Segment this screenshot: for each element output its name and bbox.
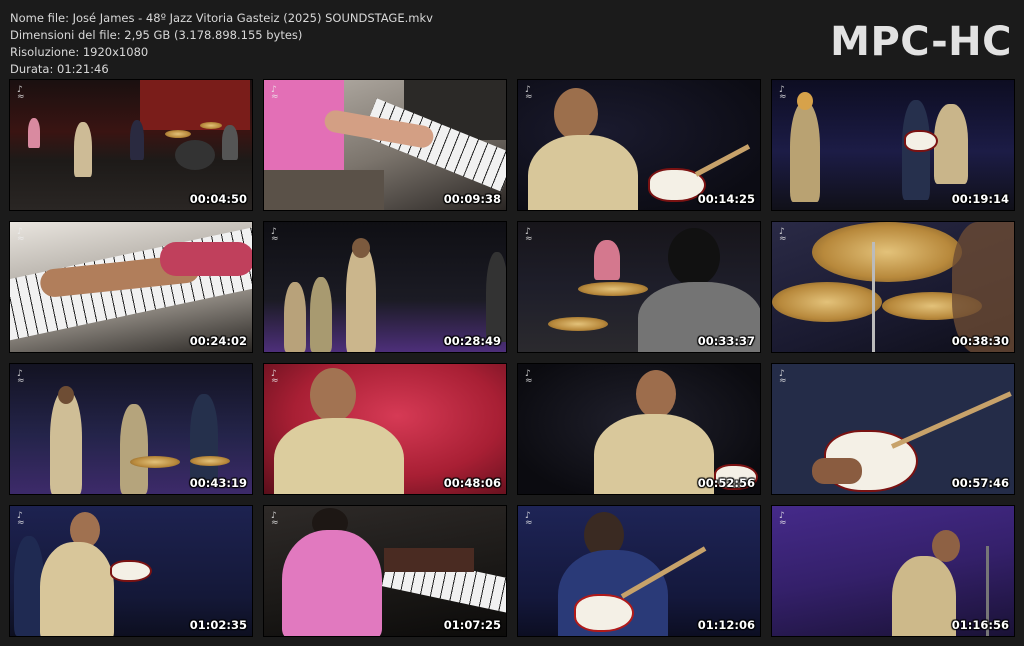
festival-logo-icon: ♪ ≈ — [779, 227, 787, 244]
thumbnail-13[interactable]: ♪ ≈ 01:02:35 — [9, 505, 253, 637]
timestamp: 00:57:46 — [951, 476, 1009, 490]
duration: Durata: 01:21:46 — [10, 62, 109, 76]
festival-logo-icon: ♪ ≈ — [17, 369, 25, 386]
timestamp: 01:12:06 — [697, 618, 755, 632]
festival-logo-icon: ♪ ≈ — [17, 511, 25, 528]
festival-logo-icon: ♪ ≈ — [17, 85, 25, 102]
thumbnail-14[interactable]: ♪ ≈ 01:07:25 — [263, 505, 507, 637]
festival-logo-icon: ♪ ≈ — [525, 227, 533, 244]
timestamp: 00:04:50 — [189, 192, 247, 206]
thumbnail-6[interactable]: ♪ ≈ 00:28:49 — [263, 221, 507, 353]
thumbnail-2[interactable]: ♪ ≈ 00:09:38 — [263, 79, 507, 211]
festival-logo-icon: ♪ ≈ — [779, 85, 787, 102]
timestamp: 01:16:56 — [951, 618, 1009, 632]
timestamp: 00:14:25 — [697, 192, 755, 206]
resolution: Risoluzione: 1920x1080 — [10, 45, 149, 59]
file-name: Nome file: José James - 48º Jazz Vitoria… — [10, 11, 433, 25]
thumbnail-3[interactable]: ♪ ≈ 00:14:25 — [517, 79, 761, 211]
festival-logo-icon: ♪ ≈ — [525, 369, 533, 386]
timestamp: 00:28:49 — [443, 334, 501, 348]
file-info: Nome file: José James - 48º Jazz Vitoria… — [10, 10, 433, 78]
thumbnail-9[interactable]: ♪ ≈ 00:43:19 — [9, 363, 253, 495]
festival-logo-icon: ♪ ≈ — [779, 369, 787, 386]
festival-logo-icon: ♪ ≈ — [525, 511, 533, 528]
timestamp: 00:48:06 — [443, 476, 501, 490]
festival-logo-icon: ♪ ≈ — [271, 369, 279, 386]
timestamp: 01:07:25 — [443, 618, 501, 632]
festival-logo-icon: ♪ ≈ — [271, 227, 279, 244]
file-size: Dimensioni del file: 2,95 GB (3.178.898.… — [10, 28, 303, 42]
thumbnail-8[interactable]: ♪ ≈ 00:38:30 — [771, 221, 1015, 353]
thumbnail-10[interactable]: ♪ ≈ 00:48:06 — [263, 363, 507, 495]
festival-logo-icon: ♪ ≈ — [779, 511, 787, 528]
contact-sheet: Nome file: José James - 48º Jazz Vitoria… — [0, 0, 1024, 646]
brand-logo: MPC-HC — [830, 19, 1012, 65]
festival-logo-icon: ♪ ≈ — [17, 227, 25, 244]
festival-logo-icon: ♪ ≈ — [271, 511, 279, 528]
festival-logo-icon: ♪ ≈ — [271, 85, 279, 102]
timestamp: 00:09:38 — [443, 192, 501, 206]
timestamp: 01:02:35 — [189, 618, 247, 632]
festival-logo-icon: ♪ ≈ — [525, 85, 533, 102]
thumbnail-grid: ♪ ≈ 00:04:50 ♪ ≈ 00:09:38 ♪ ≈ 00:14:25 ♪… — [9, 79, 1015, 637]
thumbnail-1[interactable]: ♪ ≈ 00:04:50 — [9, 79, 253, 211]
timestamp: 00:43:19 — [189, 476, 247, 490]
thumbnail-4[interactable]: ♪ ≈ 00:19:14 — [771, 79, 1015, 211]
timestamp: 00:19:14 — [951, 192, 1009, 206]
thumbnail-11[interactable]: ♪ ≈ 00:52:56 — [517, 363, 761, 495]
timestamp: 00:52:56 — [697, 476, 755, 490]
thumbnail-7[interactable]: ♪ ≈ 00:33:37 — [517, 221, 761, 353]
thumbnail-5[interactable]: ♪ ≈ 00:24:02 — [9, 221, 253, 353]
timestamp: 00:24:02 — [189, 334, 247, 348]
timestamp: 00:33:37 — [697, 334, 755, 348]
thumbnail-12[interactable]: ♪ ≈ 00:57:46 — [771, 363, 1015, 495]
timestamp: 00:38:30 — [951, 334, 1009, 348]
thumbnail-15[interactable]: ♪ ≈ 01:12:06 — [517, 505, 761, 637]
thumbnail-16[interactable]: ♪ ≈ 01:16:56 — [771, 505, 1015, 637]
